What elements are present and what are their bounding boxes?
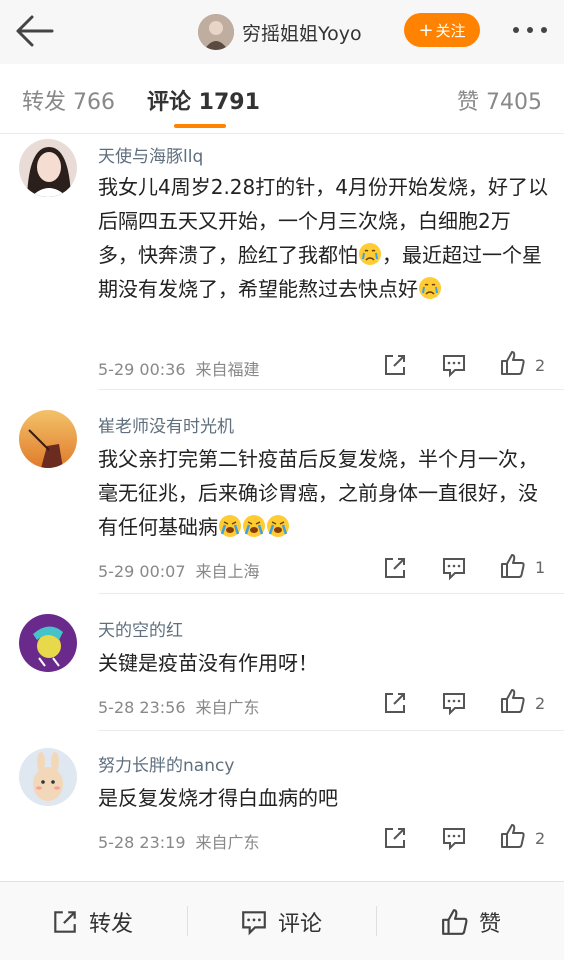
comment-text-part: 我父亲打完第二针疫苗后反复发烧，半个月一次，毫无征兆，后来确诊胃癌，之前身体一直… xyxy=(98,447,538,539)
comment-meta: 5-28 23:19 来自广东 xyxy=(98,829,260,853)
profile-name[interactable]: 穷摇姐姐Yoyo xyxy=(242,19,362,46)
thumbs-up-icon xyxy=(442,909,468,935)
like-count: 1 xyxy=(535,558,546,577)
crying-face-emoji xyxy=(419,277,441,299)
comment-source: 来自广东 xyxy=(195,698,260,717)
comment-source: 来自上海 xyxy=(195,562,260,581)
comment-time: 5-29 00:07 xyxy=(98,562,186,581)
comment-label: 评论 xyxy=(278,912,323,937)
commenter-name[interactable]: 天的空的红 xyxy=(98,616,183,641)
comment-item: 努力长胖的nancy 是反复发烧才得白血病的吧 5-28 23:19 来自广东 2 xyxy=(0,731,564,881)
comment-meta: 5-29 00:07 来自上海 xyxy=(98,558,260,582)
repost-icon xyxy=(54,911,76,933)
comment-text-part: 关键是疫苗没有作用呀！ xyxy=(98,651,318,675)
comment-item: 天使与海豚llq 我女儿4周岁2.28打的针，4月份开始发烧，好了以后隔四五天又… xyxy=(0,134,564,390)
top-bar: 穷摇姐姐Yoyo + 关注 xyxy=(0,0,564,64)
reply-icon[interactable] xyxy=(441,352,467,378)
repost-button[interactable]: 转发 xyxy=(51,906,133,938)
thumbs-up-icon[interactable] xyxy=(500,688,526,714)
repost-label: 转发 xyxy=(89,912,134,937)
comment-item: 崔老师没有时光机 我父亲打完第二针疫苗后反复发烧，半个月一次，毫无征兆，后来确诊… xyxy=(0,390,564,594)
comment-item: 天的空的红 关键是疫苗没有作用呀！ 5-28 23:56 来自广东 2 xyxy=(0,594,564,731)
comment-text: 关键是疫苗没有作用呀！ xyxy=(98,646,548,680)
commenter-avatar[interactable] xyxy=(19,614,77,672)
loudly-crying-emoji xyxy=(243,515,265,537)
profile-avatar[interactable] xyxy=(198,14,234,50)
bottom-bar-separator xyxy=(376,906,377,936)
share-icon[interactable] xyxy=(382,690,408,716)
comment-text-part: 是反复发烧才得白血病的吧 xyxy=(98,786,338,810)
like-button[interactable]: 赞 xyxy=(441,906,501,938)
comment-button[interactable]: 评论 xyxy=(240,906,322,938)
tab-bar: 转发 766 评论 1791 赞 7405 xyxy=(0,64,564,134)
plus-icon: + xyxy=(418,19,434,41)
tab-comment[interactable]: 评论 1791 xyxy=(147,84,260,116)
commenter-avatar[interactable] xyxy=(19,410,77,468)
tab-like[interactable]: 赞 7405 xyxy=(457,84,542,116)
follow-button[interactable]: + 关注 xyxy=(404,13,480,47)
comment-time: 5-28 23:56 xyxy=(98,698,186,717)
commenter-name[interactable]: 天使与海豚llq xyxy=(98,142,203,167)
comment-time: 5-29 00:36 xyxy=(98,360,186,379)
active-tab-indicator xyxy=(174,124,226,128)
thumbs-up-icon[interactable] xyxy=(500,553,526,579)
bottom-action-bar: 转发 评论 赞 xyxy=(0,881,564,960)
like-label: 赞 xyxy=(479,912,502,937)
comment-text: 我女儿4周岁2.28打的针，4月份开始发烧，好了以后隔四五天又开始，一个月三次烧… xyxy=(98,170,548,306)
comment-source: 来自福建 xyxy=(195,360,260,379)
comment-icon xyxy=(242,911,266,936)
thumbs-up-icon[interactable] xyxy=(500,823,526,849)
more-dots-icon[interactable] xyxy=(510,20,550,40)
crying-face-emoji xyxy=(359,243,381,265)
comment-time: 5-28 23:19 xyxy=(98,833,186,852)
commenter-avatar[interactable] xyxy=(19,139,77,197)
comment-text: 是反复发烧才得白血病的吧 xyxy=(98,781,548,815)
commenter-name[interactable]: 努力长胖的nancy xyxy=(98,751,234,776)
profile-header[interactable]: 穷摇姐姐Yoyo xyxy=(198,12,362,52)
reply-icon[interactable] xyxy=(441,690,467,716)
comment-meta: 5-28 23:56 来自广东 xyxy=(98,694,260,718)
loudly-crying-emoji xyxy=(219,515,241,537)
share-icon[interactable] xyxy=(382,555,408,581)
like-count: 2 xyxy=(535,356,546,375)
tab-repost[interactable]: 转发 766 xyxy=(22,84,115,116)
comment-meta: 5-29 00:36 来自福建 xyxy=(98,356,260,380)
comment-text: 我父亲打完第二针疫苗后反复发烧，半个月一次，毫无征兆，后来确诊胃癌，之前身体一直… xyxy=(98,442,548,544)
back-arrow-icon[interactable] xyxy=(14,14,54,48)
comment-source: 来自广东 xyxy=(195,833,260,852)
share-icon[interactable] xyxy=(382,352,408,378)
commenter-avatar[interactable] xyxy=(19,748,77,806)
like-count: 2 xyxy=(535,829,546,848)
reply-icon[interactable] xyxy=(441,825,467,851)
reply-icon[interactable] xyxy=(441,555,467,581)
commenter-name[interactable]: 崔老师没有时光机 xyxy=(98,412,234,437)
bottom-bar-separator xyxy=(187,906,188,936)
share-icon[interactable] xyxy=(382,825,408,851)
follow-label: 关注 xyxy=(435,21,466,40)
like-count: 2 xyxy=(535,694,546,713)
loudly-crying-emoji xyxy=(267,515,289,537)
thumbs-up-icon[interactable] xyxy=(500,350,526,376)
